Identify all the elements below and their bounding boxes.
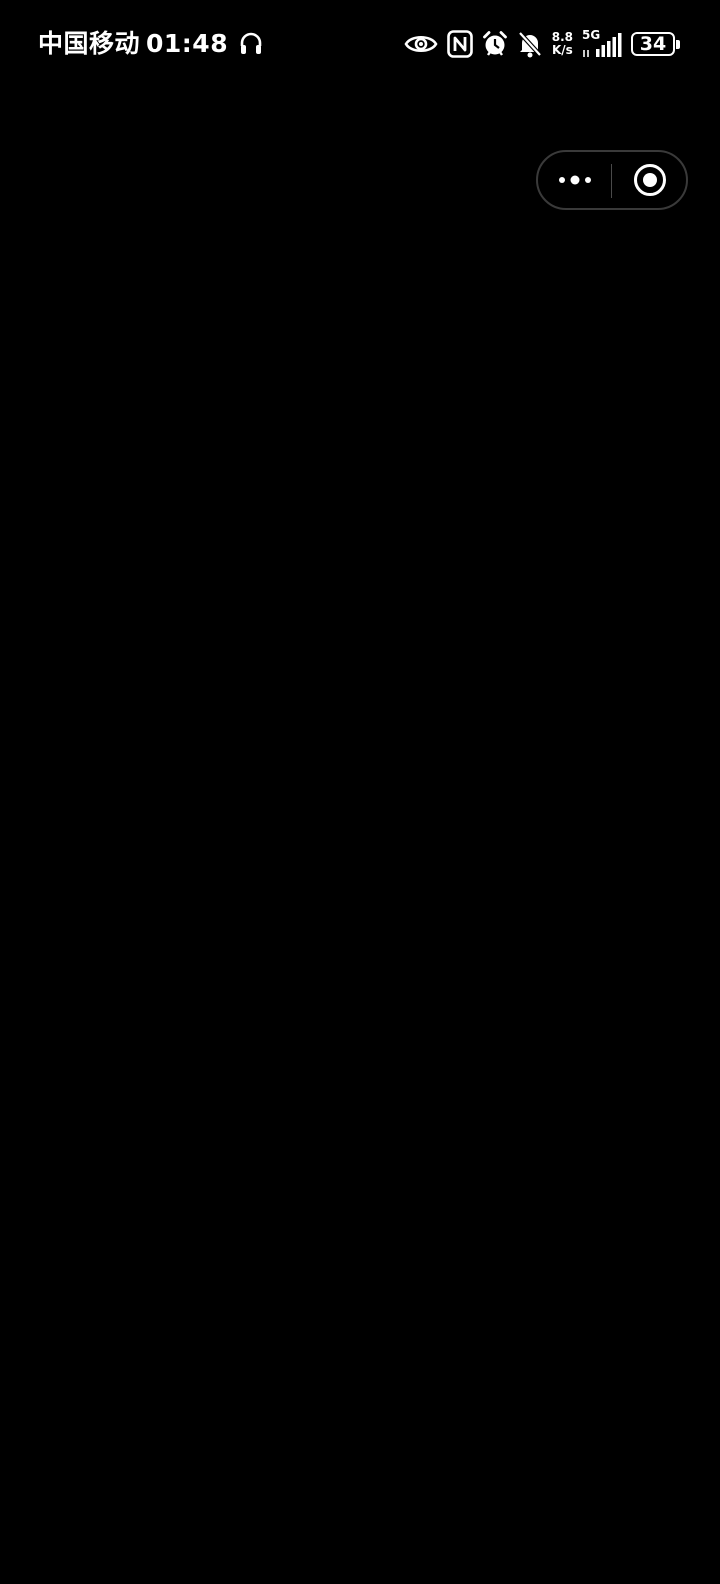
- status-right: 8.8 K/s 5G 34: [404, 26, 680, 62]
- close-button[interactable]: [614, 152, 686, 208]
- more-button[interactable]: [538, 152, 612, 208]
- network-speed: 8.8 K/s: [552, 31, 573, 57]
- bell-muted-icon: [518, 31, 542, 58]
- status-bar: 中国移动 01:48 8.8 K/s 5G 34: [0, 0, 720, 88]
- headset-icon: [240, 32, 262, 54]
- more-dots-icon: [559, 175, 591, 185]
- capsule-divider: [611, 164, 612, 198]
- signal-5g-icon: 5G: [582, 28, 622, 58]
- eye-icon: [404, 35, 438, 53]
- clock-time: 01:48: [146, 29, 229, 58]
- alarm-clock-icon: [482, 31, 507, 56]
- battery-level: 34: [639, 33, 667, 55]
- mini-program-capsule: [536, 150, 688, 210]
- content-area: [0, 88, 720, 1584]
- battery-icon: 34: [631, 32, 680, 56]
- network-speed-unit: K/s: [551, 43, 573, 57]
- battery-cap: [676, 39, 680, 49]
- nfc-icon: [446, 30, 473, 58]
- carrier-name: 中国移动: [38, 29, 141, 58]
- battery-body: 34: [631, 32, 675, 56]
- status-left: 中国移动 01:48: [38, 26, 264, 62]
- target-close-icon: [634, 164, 666, 196]
